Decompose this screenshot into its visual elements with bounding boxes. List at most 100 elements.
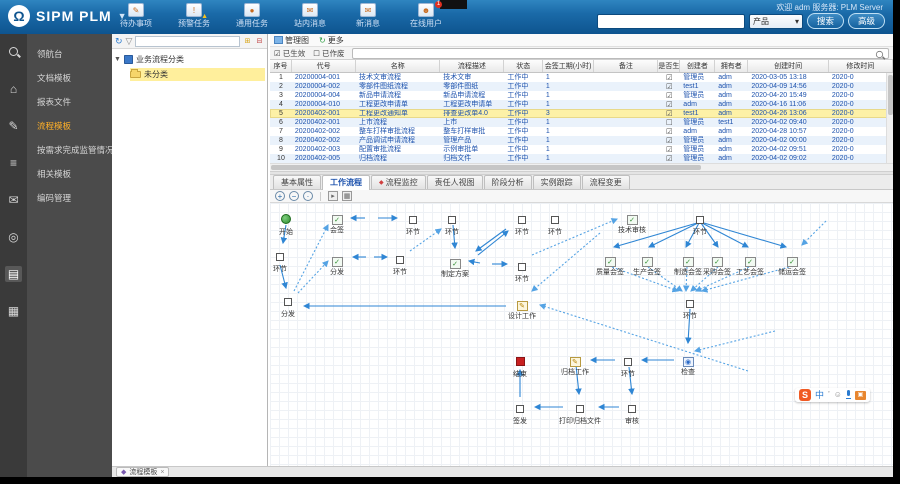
workflow-node-归档工作[interactable]: ✎归档工作 [547, 351, 603, 377]
settings-icon[interactable]: ◎ [5, 229, 22, 245]
table-filter-input[interactable] [352, 48, 889, 59]
titlebar-tool-2[interactable]: ●通用任务 [230, 3, 274, 29]
column-header-9[interactable]: 拥有者 [715, 60, 748, 72]
grid-tool-icon[interactable]: ▦ [342, 191, 352, 201]
workflow-node-环节[interactable]: 环节 [270, 248, 308, 274]
search-category-select[interactable]: 产品 ▾ [749, 14, 803, 29]
workflow-node-分发[interactable]: 分发 [270, 293, 316, 319]
titlebar-tool-5[interactable]: ☻在线用户1 [404, 3, 448, 29]
workflow-node-制定方案[interactable]: ✓制定方案 [427, 253, 483, 279]
workflow-node-技术审核[interactable]: ✓技术审核 [604, 209, 660, 235]
tree-search-input[interactable] [135, 36, 240, 47]
horizontal-scrollbar[interactable] [270, 163, 893, 171]
brand[interactable]: Ω SIPM PLM ▼ [8, 5, 127, 27]
workflow-node-环节[interactable]: 环节 [662, 295, 718, 321]
column-header-5[interactable]: 会签工期(小时) [543, 60, 594, 72]
sidebar-item-6[interactable]: 编码管理 [27, 186, 112, 210]
column-header-3[interactable]: 流程描述 [440, 60, 504, 72]
tab-4[interactable]: 阶段分析 [484, 175, 532, 189]
global-search-input[interactable] [597, 14, 745, 29]
titlebar-tool-4[interactable]: ✉新消息 [346, 3, 390, 29]
workflow-node-环节[interactable]: 环节 [494, 258, 550, 284]
tab-1[interactable]: 工作流程 [322, 175, 370, 190]
titlebar-tool-0[interactable]: ✎待办事项 [114, 3, 158, 29]
advanced-search-button[interactable]: 高级 [848, 13, 885, 29]
workflow-node-环节[interactable]: 环节 [372, 251, 428, 277]
column-header-8[interactable]: 创建者 [680, 60, 715, 72]
ime-language-icon[interactable]: 中 [815, 389, 824, 401]
workflow-node-结束[interactable]: 结束 [492, 353, 548, 379]
sidebar-item-5[interactable]: 相关模板 [27, 162, 112, 186]
workflow-node-环节[interactable]: 环节 [527, 211, 583, 237]
titlebar-tool-3[interactable]: ✉站内消息 [288, 3, 332, 29]
workflow-node-检查[interactable]: ◉检查 [660, 351, 716, 377]
workflow-node-分发[interactable]: ✓分发 [309, 251, 365, 277]
close-icon[interactable]: × [160, 469, 164, 476]
sidebar-item-0[interactable]: 领航台 [27, 42, 112, 66]
workflow-node-审核[interactable]: 审核 [604, 400, 660, 426]
sogou-logo-icon[interactable]: S [799, 389, 811, 401]
effective-checkbox[interactable]: ☑ 已生效 [274, 48, 305, 59]
sidebar-item-2[interactable]: 报表文件 [27, 90, 112, 114]
tab-5[interactable]: 实例跟踪 [533, 175, 581, 189]
workflow-node-设计工作[interactable]: ✎设计工作 [494, 295, 550, 321]
compose-icon[interactable]: ✎ [5, 118, 22, 134]
titlebar-tool-1[interactable]: !预警任务▲ [172, 3, 216, 29]
zoom-reset-icon[interactable]: · [303, 191, 313, 201]
table-row[interactable]: 920200402-003配置审批流程示例审批单工作中1☑管理员adm2020-… [270, 145, 893, 154]
workflow-node-会签[interactable]: ✓会签 [309, 209, 365, 235]
search-icon[interactable] [5, 44, 22, 60]
tab-2[interactable]: ◆流程监控 [371, 175, 426, 189]
filter-icon[interactable]: ▽ [126, 36, 133, 47]
column-header-7[interactable]: 是否生效 [658, 60, 680, 72]
refresh-icon[interactable]: ↻ [115, 36, 123, 47]
sidebar-item-1[interactable]: 文档模板 [27, 66, 112, 90]
column-header-11[interactable]: 修改时间 [829, 60, 893, 72]
workflow-node-开始[interactable]: 开始 [270, 211, 314, 237]
column-header-4[interactable]: 状态 [504, 60, 543, 72]
tree-expand-icon[interactable]: ⊞ [243, 37, 252, 46]
column-header-1[interactable]: 代号 [292, 60, 356, 72]
open-module-tab[interactable]: ◆ 流程模板 × [116, 467, 169, 477]
workflow-node-打印归档文件[interactable]: 打印归档文件 [552, 400, 608, 426]
tab-0[interactable]: 基本属性 [273, 175, 321, 189]
workflow-node-环节[interactable]: 环节 [600, 353, 656, 379]
sidebar-item-3[interactable]: 流程模板 [27, 114, 112, 138]
search-button[interactable]: 搜索 [807, 13, 844, 29]
table-row[interactable]: 220200004-002零部件图纸流程零部件图纸工作中1☑test1adm20… [270, 82, 893, 91]
vertical-scrollbar[interactable] [886, 73, 893, 163]
column-header-0[interactable]: 序号 [270, 60, 292, 72]
tab-6[interactable]: 流程变更 [582, 175, 630, 189]
table-row[interactable]: 720200402-002整车打样审批流程整车打样审批工作中1☑admadm20… [270, 127, 893, 136]
workflow-node-环节[interactable]: 环节 [424, 211, 480, 237]
more-button[interactable]: ↻ 更多 [319, 35, 344, 46]
pointer-tool-icon[interactable]: ▸ [328, 191, 338, 201]
tree-node-unclassified[interactable]: 未分类 [130, 68, 265, 81]
ime-skin-icon[interactable]: ▣ [855, 391, 866, 400]
ime-punctuation-icon[interactable]: ’ [828, 389, 830, 401]
tab-3[interactable]: 责任人视图 [427, 175, 483, 189]
table-row[interactable]: 620200402-001上市流程上市工作中1☐管理员test12020-04-… [270, 118, 893, 127]
ime-emoji-icon[interactable]: ☺ [834, 389, 842, 401]
table-row[interactable]: 320200004-004新品申请流程新品申请流程工作中1☑管理员adm2020… [270, 91, 893, 100]
monitor-icon[interactable]: ▦ [5, 303, 22, 319]
layers-icon[interactable]: ≡ [5, 155, 22, 171]
zoom-in-icon[interactable]: + [275, 191, 285, 201]
workflow-node-签发[interactable]: 签发 [492, 400, 548, 426]
column-header-6[interactable]: 备注 [594, 60, 658, 72]
message-icon[interactable]: ✉ [5, 192, 22, 208]
sidebar-item-4[interactable]: 按需求完成监管情况 [27, 138, 112, 162]
workflow-node-储运会签[interactable]: ✓储运会签 [764, 251, 820, 277]
table-row[interactable]: 1020200402-005归档流程归档文件工作中1☑管理员adm2020-04… [270, 154, 893, 163]
home-icon[interactable]: ⌂ [5, 81, 22, 97]
table-row[interactable]: 820200402-002产品调试申请流程管理产品工作中1☑管理员adm2020… [270, 136, 893, 145]
column-header-2[interactable]: 名称 [356, 60, 440, 72]
table-row[interactable]: 520200402-001工程更改通知单排查更改单4.0工作中3☑test1ad… [270, 109, 893, 118]
workflow-node-环节[interactable]: 环节 [672, 211, 728, 237]
manage-diagram-button[interactable]: 管理图 [274, 35, 309, 46]
book-icon[interactable]: ▤ [5, 266, 22, 282]
zoom-out-icon[interactable]: − [289, 191, 299, 201]
table-row[interactable]: 120200004-001技术文审流程技术文审工作中1☑管理员adm2020-0… [270, 73, 893, 82]
column-header-10[interactable]: 创建时间 [748, 60, 829, 72]
tree-root-node[interactable]: ▼ 业务流程分类 [114, 53, 265, 66]
